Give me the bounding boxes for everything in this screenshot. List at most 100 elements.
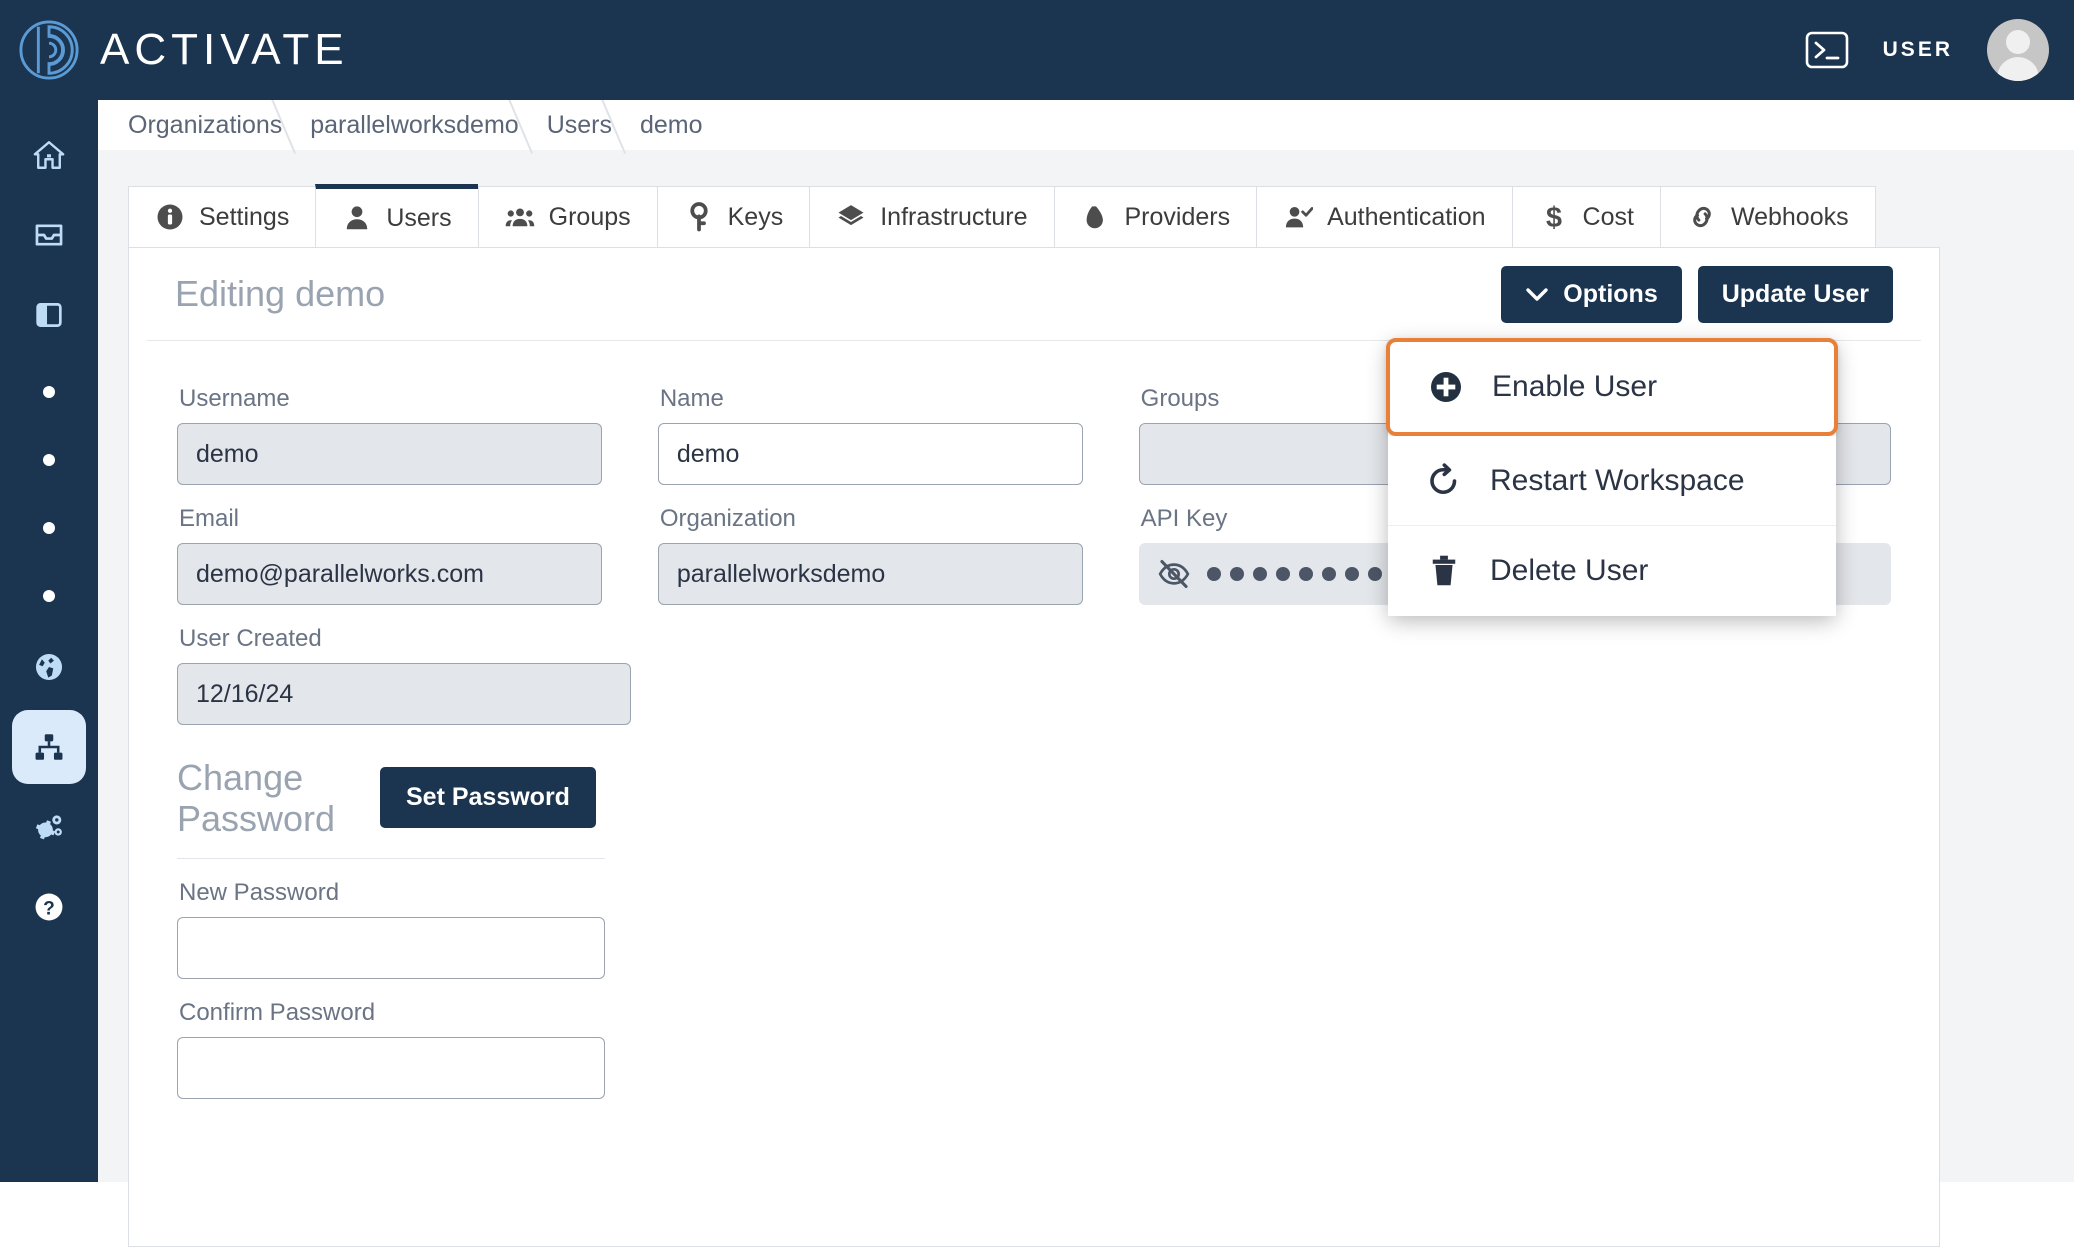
- terminal-icon[interactable]: [1805, 31, 1849, 69]
- sidebar-item-panel[interactable]: [12, 278, 86, 352]
- organization-input[interactable]: [657, 543, 1083, 605]
- tab-label: Providers: [1124, 202, 1231, 231]
- field-user-created: User Created: [149, 605, 659, 725]
- breadcrumb-item-users[interactable]: Users: [519, 100, 612, 150]
- tab-users[interactable]: Users: [315, 184, 478, 248]
- dot-icon: [43, 386, 55, 398]
- tab-label: Users: [386, 203, 452, 232]
- field-label-name: Name: [659, 385, 724, 412]
- menu-item-label: Enable User: [1492, 370, 1658, 403]
- top-header-bar: ACTIVATE USER: [0, 0, 2074, 100]
- svg-text:$: $: [1546, 202, 1562, 232]
- sidebar-item-dot-2[interactable]: [12, 426, 86, 494]
- chevron-down-icon: [1526, 288, 1548, 301]
- page-title: Editing demo: [175, 273, 386, 314]
- menu-item-label: Restart Workspace: [1490, 463, 1745, 497]
- left-sidebar: ?: [0, 100, 98, 1182]
- dollar-icon: $: [1546, 202, 1562, 232]
- menu-item-label: Delete User: [1490, 554, 1649, 587]
- tab-webhooks[interactable]: Webhooks: [1659, 186, 1876, 248]
- menu-item-restart-workspace[interactable]: Restart Workspace: [1388, 436, 1836, 526]
- eye-slash-icon[interactable]: [1157, 557, 1191, 591]
- svg-text:?: ?: [43, 898, 55, 919]
- menu-item-delete-user[interactable]: Delete User: [1388, 526, 1836, 616]
- tab-groups[interactable]: Groups: [477, 186, 657, 248]
- card-header: Editing demo Options Update User: [147, 248, 1921, 341]
- breadcrumb-item-parallelworksdemo[interactable]: parallelworksdemo: [282, 100, 518, 150]
- user-icon: [347, 206, 368, 230]
- set-password-button-label: Set Password: [406, 783, 570, 811]
- avatar[interactable]: [1987, 19, 2049, 81]
- sidebar-item-dot-1[interactable]: [12, 358, 86, 426]
- name-input[interactable]: [657, 423, 1083, 485]
- tab-settings[interactable]: Settings: [128, 186, 316, 248]
- main-content: Organizations parallelworksdemo Users de…: [98, 100, 2074, 1247]
- tab-providers[interactable]: Providers: [1053, 186, 1257, 248]
- change-password-divider: [177, 857, 605, 859]
- new-password-input[interactable]: [177, 916, 605, 979]
- field-email: Email: [149, 485, 630, 605]
- breadcrumb-label: demo: [639, 110, 703, 139]
- activate-fingerprint-logo: [19, 20, 79, 80]
- breadcrumb-item-organizations[interactable]: Organizations: [98, 100, 282, 150]
- email-input[interactable]: [177, 543, 602, 605]
- header-right-actions: USER: [1805, 19, 2074, 81]
- field-name: Name: [630, 365, 1111, 485]
- link-icon: [1693, 206, 1711, 228]
- change-password-section: Change Password Set Password: [129, 725, 1939, 840]
- tab-label: Webhooks: [1730, 202, 1849, 231]
- update-user-button-label: Update User: [1721, 279, 1869, 308]
- tab-label: Keys: [727, 202, 784, 231]
- field-label-user-created: User Created: [179, 625, 322, 652]
- confirm-password-input[interactable]: [177, 1036, 605, 1099]
- sitemap-icon: [35, 734, 63, 760]
- field-confirm-password: Confirm Password: [177, 999, 605, 1099]
- user-label: USER: [1882, 38, 1953, 61]
- panel-icon: [36, 303, 62, 327]
- options-button[interactable]: Options: [1501, 265, 1682, 323]
- user-created-input[interactable]: [177, 663, 631, 725]
- breadcrumb-label: Organizations: [128, 110, 283, 139]
- tab-keys[interactable]: Keys: [656, 186, 810, 248]
- field-label-email: Email: [179, 505, 240, 532]
- update-user-button[interactable]: Update User: [1697, 265, 1893, 323]
- sidebar-item-settings[interactable]: [12, 790, 86, 864]
- options-button-label: Options: [1563, 279, 1658, 308]
- globe-icon: [35, 653, 63, 681]
- breadcrumb-label: parallelworksdemo: [310, 110, 519, 139]
- info-icon: [157, 204, 183, 230]
- sidebar-item-home[interactable]: [12, 118, 86, 192]
- brand-name: ACTIVATE: [100, 25, 349, 74]
- field-label-new-password: New Password: [179, 878, 340, 906]
- tab-label: Settings: [199, 202, 290, 231]
- sidebar-item-dot-4[interactable]: [12, 562, 86, 630]
- tab-infrastructure[interactable]: Infrastructure: [809, 186, 1054, 248]
- username-input[interactable]: [177, 423, 602, 485]
- field-label-username: Username: [179, 385, 290, 412]
- breadcrumb-item-demo[interactable]: demo: [612, 100, 703, 150]
- key-icon: [689, 202, 708, 232]
- breadcrumb: Organizations parallelworksdemo Users de…: [98, 100, 2074, 150]
- trash-icon: [1432, 555, 1456, 586]
- card-header-actions: Options Update User: [1501, 265, 1893, 323]
- options-dropdown-menu: Enable User Restart Workspace Delete Use…: [1386, 338, 1838, 616]
- change-password-title: Change Password: [177, 757, 336, 840]
- sidebar-item-dot-3[interactable]: [12, 494, 86, 562]
- sidebar-item-globe[interactable]: [12, 630, 86, 704]
- field-label-confirm-password: Confirm Password: [179, 998, 376, 1026]
- brand[interactable]: ACTIVATE: [0, 19, 349, 81]
- help-icon: ?: [35, 893, 63, 921]
- layers-icon: [838, 205, 864, 226]
- set-password-button[interactable]: Set Password: [380, 767, 596, 828]
- sidebar-item-organizations[interactable]: [12, 710, 86, 784]
- field-label-organization: Organization: [659, 505, 796, 532]
- tab-cost[interactable]: $ Cost: [1511, 186, 1660, 248]
- sidebar-item-help[interactable]: ?: [12, 870, 86, 944]
- plus-circle-icon: [1431, 372, 1461, 402]
- home-icon: [33, 141, 65, 169]
- tab-authentication[interactable]: Authentication: [1256, 186, 1512, 248]
- password-fields: New Password Confirm Password: [129, 879, 1939, 1099]
- menu-item-enable-user[interactable]: Enable User: [1386, 338, 1838, 436]
- sidebar-item-inbox[interactable]: [12, 198, 86, 272]
- field-organization: Organization: [630, 485, 1111, 605]
